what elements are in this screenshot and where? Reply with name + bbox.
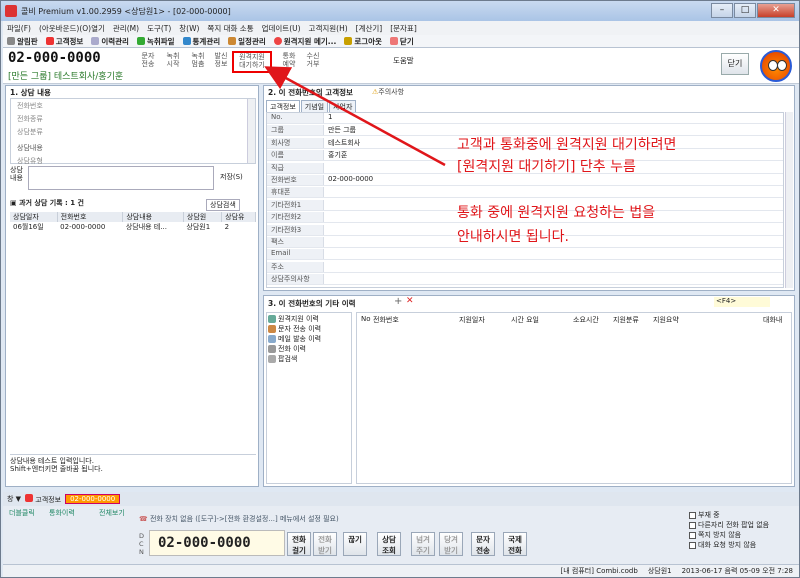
call-button-6[interactable]: 문자 전송 xyxy=(471,532,495,556)
strip-tab-call[interactable]: 02-000-0000 xyxy=(65,494,121,504)
checkbox[interactable] xyxy=(689,541,696,549)
window-tabs-strip: 창 ▼ 고객정보 02-000-0000 xyxy=(3,492,799,506)
call-bar: 더블클릭 통화이력 전체보기 ☎ 전화 장치 없음 ([도구]->[전화 환경설… xyxy=(3,506,799,564)
call-button-4[interactable]: 넘겨 주기 xyxy=(411,532,435,556)
checkbox[interactable] xyxy=(689,511,696,519)
checkbox[interactable] xyxy=(689,531,696,539)
window-menu[interactable]: 창 ▼ xyxy=(7,494,21,504)
annotation-line3: 통화 중에 원격지원 요청하는 법을 xyxy=(457,205,656,221)
status-bar: [내 컴퓨터] Combi.codb 상담원1 2013-06-17 음력 05… xyxy=(3,564,799,577)
link-view-all[interactable]: 전체보기 xyxy=(99,508,125,518)
checkbox[interactable] xyxy=(689,521,696,529)
status-db: [내 컴퓨터] Combi.codb xyxy=(560,567,638,575)
call-button-2[interactable]: 끊기 xyxy=(343,532,367,556)
app-window: 콜비 Premium v1.00.2959 <상담원1> - [02-000-0… xyxy=(0,0,800,578)
phone-icon: ☎ xyxy=(139,515,148,523)
annotation-line4: 안내하시면 됩니다. xyxy=(457,229,569,245)
call-button-1[interactable]: 전화 받기 xyxy=(313,532,337,556)
call-button-3[interactable]: 상담 조회 xyxy=(377,532,401,556)
chk-no-popup[interactable]: 다른자리 전화 팝업 없음 xyxy=(689,520,769,530)
annotation-line2: [원격지원 대기하기] 단추 누름 xyxy=(457,159,636,175)
strip-tab-customer[interactable]: 고객정보 xyxy=(25,493,61,505)
link-call-history[interactable]: 통화이력 xyxy=(49,508,75,518)
chk-chat[interactable]: 대화 요청 방지 않음 xyxy=(689,540,756,550)
dcn-label: D C N xyxy=(139,532,145,556)
person-icon xyxy=(25,493,34,502)
status-datetime: 2013-06-17 음력 05-09 오전 7:28 xyxy=(681,567,793,575)
chk-away[interactable]: 부재 중 xyxy=(689,510,720,520)
call-button-7[interactable]: 국제 전화 xyxy=(503,532,527,556)
chk-note[interactable]: 쪽지 방지 않음 xyxy=(689,530,741,540)
device-notice: ☎ 전화 장치 없음 ([도구]->[전화 환경설정...] 메뉴에서 설정 필… xyxy=(139,515,339,523)
dial-input[interactable]: 02-000-0000 xyxy=(149,530,285,556)
status-agent: 상담원1 xyxy=(647,567,672,575)
call-button-0[interactable]: 전화 걸기 xyxy=(287,532,311,556)
link-dblclick[interactable]: 더블클릭 xyxy=(9,508,35,518)
annotation-line1: 고객과 통화중에 원격지원 대기하려면 xyxy=(457,137,677,153)
call-button-5[interactable]: 당겨 받기 xyxy=(439,532,463,556)
